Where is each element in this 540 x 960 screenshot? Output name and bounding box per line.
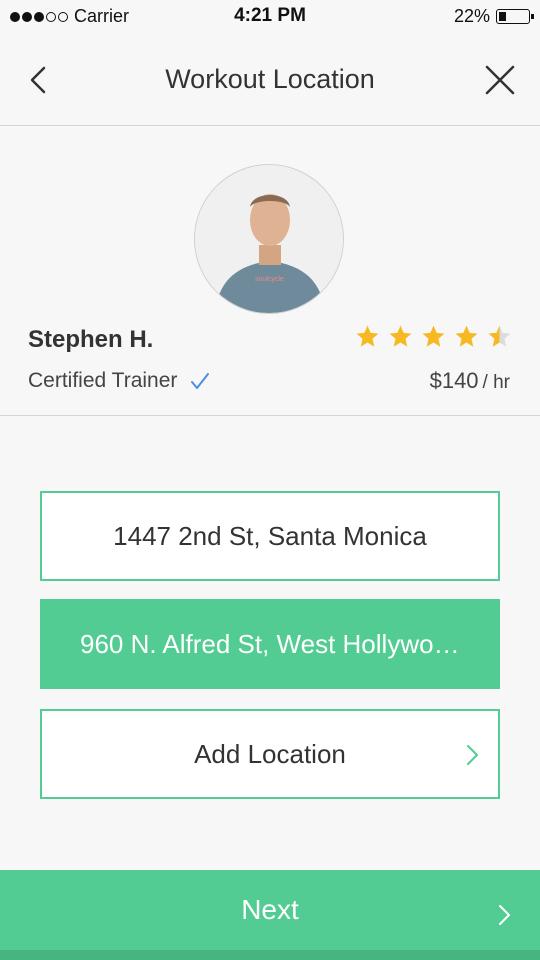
- half-star-icon: [488, 325, 511, 347]
- hourly-price: $140/ hr: [430, 368, 510, 394]
- next-button[interactable]: Next: [0, 870, 540, 960]
- star-icon: [389, 325, 412, 347]
- location-option-west-hollywood[interactable]: 960 N. Alfred St, West Hollywood: [40, 599, 500, 689]
- add-location-button[interactable]: Add Location: [40, 709, 500, 799]
- star-icon: [422, 325, 445, 347]
- star-icon: [455, 325, 478, 347]
- close-icon[interactable]: [482, 62, 518, 98]
- status-bar: Carrier 4:21 PM 22%: [0, 0, 540, 36]
- trainer-photo: soulcycle: [195, 165, 343, 313]
- price-unit: / hr: [482, 372, 510, 393]
- navigation-bar: Workout Location: [0, 36, 540, 126]
- chevron-right-icon: [467, 745, 478, 765]
- location-label: 1447 2nd St, Santa Monica: [113, 520, 427, 551]
- trainer-profile: soulcycle Stephen H. Certified Trainer $…: [0, 126, 540, 416]
- battery-indicator: 22%: [453, 6, 534, 27]
- checkmark-icon: [191, 373, 210, 389]
- trainer-credential: Certified Trainer: [28, 369, 211, 393]
- trainer-title-label: Certified Trainer: [28, 369, 178, 392]
- location-label: 960 N. Alfred St, West Hollywood: [80, 628, 460, 659]
- star-icon: [356, 325, 379, 347]
- price-amount: $140: [429, 368, 479, 393]
- avatar[interactable]: soulcycle: [194, 164, 344, 314]
- location-option-santa-monica[interactable]: 1447 2nd St, Santa Monica: [40, 491, 500, 581]
- svg-text:soulcycle: soulcycle: [255, 276, 284, 283]
- add-location-label: Add Location: [194, 738, 346, 769]
- battery-percent: 22%: [453, 6, 490, 26]
- battery-icon: [496, 9, 534, 24]
- trainer-name: Stephen H.: [28, 326, 154, 353]
- next-label: Next: [241, 894, 299, 925]
- page-title: Workout Location: [165, 64, 375, 94]
- rating-stars: [355, 324, 512, 349]
- chevron-right-icon: [499, 905, 510, 925]
